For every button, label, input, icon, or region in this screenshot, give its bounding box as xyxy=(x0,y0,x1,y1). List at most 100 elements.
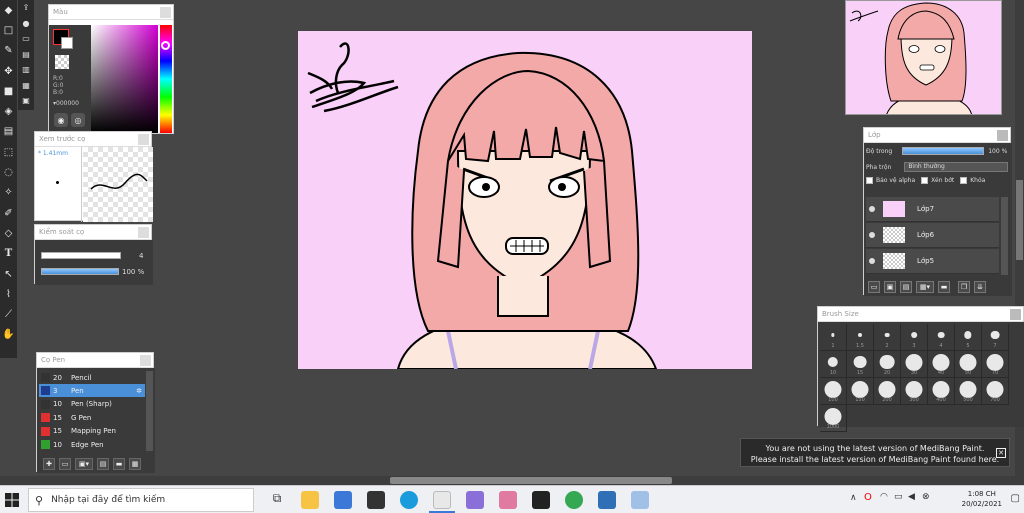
navigator-preview[interactable] xyxy=(845,0,1002,115)
opera-icon[interactable]: O xyxy=(864,492,872,503)
brush-size-option[interactable]: 15 xyxy=(847,351,874,378)
brush-list-item[interactable]: 10 Pen (Sharp) xyxy=(39,398,145,411)
magic-wand-icon[interactable]: ✧ xyxy=(0,183,17,203)
brush-list-item[interactable]: 15 Mapping Pen xyxy=(39,425,145,438)
drawing-canvas[interactable] xyxy=(298,31,752,369)
layer-item[interactable]: Lớp5 xyxy=(866,249,999,274)
brush-list-item[interactable]: 3 Pen ✲ xyxy=(39,384,145,398)
paint-icon[interactable] xyxy=(631,491,649,509)
eraser-icon[interactable]: ◆ xyxy=(0,0,17,20)
protect-alpha-checkbox[interactable] xyxy=(866,177,873,184)
layer-item[interactable]: Lớp6 xyxy=(866,223,999,248)
brush-size-option[interactable]: 40 xyxy=(928,351,955,378)
hand-icon[interactable]: ✋ xyxy=(0,325,17,345)
clock[interactable]: 1:08 CH 20/02/2021 xyxy=(962,489,1002,509)
rect-icon[interactable]: □ xyxy=(0,20,17,40)
notification-icon[interactable]: ▢ xyxy=(1011,493,1020,504)
brush-size-option[interactable]: 1 xyxy=(820,324,847,351)
brush-size-option[interactable]: 7 xyxy=(982,324,1009,351)
language-icon[interactable]: ⊗ xyxy=(922,492,930,502)
horizontal-scrollbar[interactable] xyxy=(0,476,1015,485)
brush-size-option[interactable]: 70 xyxy=(982,351,1009,378)
brush-size-option[interactable]: 30 xyxy=(901,351,928,378)
layers-icon[interactable]: ▭ xyxy=(18,31,34,47)
wifi-icon[interactable]: ◠ xyxy=(880,492,888,502)
close-icon[interactable] xyxy=(997,130,1008,141)
new-layer-1bit-icon[interactable]: ▤ xyxy=(900,281,912,293)
brush-copy-icon[interactable]: ▤ xyxy=(97,458,109,470)
brush-folder-icon[interactable]: ▬ xyxy=(113,458,125,470)
select-pen-icon[interactable]: ✐ xyxy=(0,203,17,223)
color-icon[interactable]: ▥ xyxy=(18,62,34,78)
brush-list-item[interactable]: 20 Pencil xyxy=(39,371,145,384)
hex-value[interactable]: ▾000000 xyxy=(53,100,79,107)
gear-icon[interactable]: ✲ xyxy=(136,387,142,395)
brush-size-option[interactable]: 700 xyxy=(982,378,1009,405)
brush-size-option[interactable]: 10 xyxy=(820,351,847,378)
lock-checkbox[interactable] xyxy=(960,177,968,184)
update-notice[interactable]: You are not using the latest version of … xyxy=(740,438,1010,467)
brush-size-option[interactable]: 200 xyxy=(874,378,901,405)
hue-slider[interactable] xyxy=(160,25,172,133)
fill-rect-icon[interactable]: ■ xyxy=(0,81,17,101)
text-icon[interactable]: T xyxy=(0,244,17,264)
brush-list-item[interactable]: 15 G Pen xyxy=(39,411,145,424)
new-brush-icon[interactable]: ▭ xyxy=(59,458,71,470)
layer-scrollbar[interactable] xyxy=(1001,197,1008,275)
layer-item[interactable]: Lớp7 xyxy=(866,197,999,222)
brush-size-option[interactable]: 2 xyxy=(874,324,901,351)
close-icon[interactable] xyxy=(160,7,171,18)
clipping-checkbox[interactable] xyxy=(921,177,929,184)
visibility-icon[interactable] xyxy=(869,232,875,238)
size-slider[interactable] xyxy=(41,252,121,259)
brush-size-option[interactable]: 300 xyxy=(901,378,928,405)
brush-size-option[interactable]: 150 xyxy=(847,378,874,405)
brush-menu-icon[interactable]: ▣▾ xyxy=(75,458,93,470)
move-icon[interactable]: ✥ xyxy=(0,61,17,81)
hue-handle[interactable] xyxy=(161,41,170,50)
close-icon[interactable] xyxy=(138,227,149,238)
select-icon[interactable]: ⬚ xyxy=(0,142,17,162)
battery-icon[interactable]: ▭ xyxy=(894,492,903,502)
operation-icon[interactable]: ↖ xyxy=(0,264,17,284)
layer-folder-icon[interactable]: ▬ xyxy=(938,281,950,293)
volume-icon[interactable]: ◀ xyxy=(908,492,915,502)
brush-size-option[interactable]: 100 xyxy=(820,378,847,405)
visibility-icon[interactable] xyxy=(869,206,875,212)
new-layer-8bit-icon[interactable]: ▣ xyxy=(884,281,896,293)
right-scrollbar-thumb[interactable] xyxy=(1016,180,1023,260)
windows-start-icon[interactable] xyxy=(3,491,21,509)
visibility-icon[interactable] xyxy=(869,258,875,264)
layer-add-menu-icon[interactable]: ▦▾ xyxy=(916,281,934,293)
undo-icon[interactable]: ▣ xyxy=(18,93,34,109)
saturation-value-picker[interactable] xyxy=(91,25,158,133)
chevron-up-icon[interactable]: ∧ xyxy=(850,493,857,503)
brush-size-option[interactable]: 3 xyxy=(901,324,928,351)
bucket-icon[interactable]: ◈ xyxy=(0,101,17,121)
close-icon[interactable] xyxy=(140,355,151,366)
brush-size-option[interactable]: 500 xyxy=(955,378,982,405)
mail-icon[interactable] xyxy=(334,491,352,509)
taskbar-search[interactable]: ⚲ Nhập tại đây để tìm kiếm xyxy=(28,488,254,512)
brush-size-option[interactable]: 5 xyxy=(955,324,982,351)
app-icon[interactable] xyxy=(466,491,484,509)
select-eraser-icon[interactable]: ◇ xyxy=(0,223,17,243)
adjust-icon[interactable]: ▤ xyxy=(18,47,34,63)
brush-list-item[interactable]: 10 Edge Pen xyxy=(39,438,145,451)
brush-add-icon[interactable]: ✚ xyxy=(43,458,55,470)
task-view-icon[interactable]: ⧉ xyxy=(268,491,286,509)
layer-opacity-slider[interactable] xyxy=(902,147,985,155)
medibang-icon[interactable] xyxy=(433,491,451,509)
brush-icon[interactable]: ✎ xyxy=(0,41,17,61)
transparent-color-swatch[interactable] xyxy=(55,55,69,69)
horizontal-scrollbar-thumb[interactable] xyxy=(390,477,672,484)
edge-icon[interactable] xyxy=(400,491,418,509)
background-color-swatch[interactable] xyxy=(61,37,73,49)
new-layer-icon[interactable]: ▭ xyxy=(868,281,880,293)
gradient-icon[interactable]: ▤ xyxy=(0,122,17,142)
brush-settings-icon[interactable]: ▦ xyxy=(18,78,34,94)
lasso-icon[interactable]: ◌ xyxy=(0,162,17,182)
divide-icon[interactable]: ⟋ xyxy=(0,304,17,324)
close-icon[interactable]: ✕ xyxy=(996,448,1006,458)
size-value[interactable]: 4 xyxy=(139,252,143,260)
